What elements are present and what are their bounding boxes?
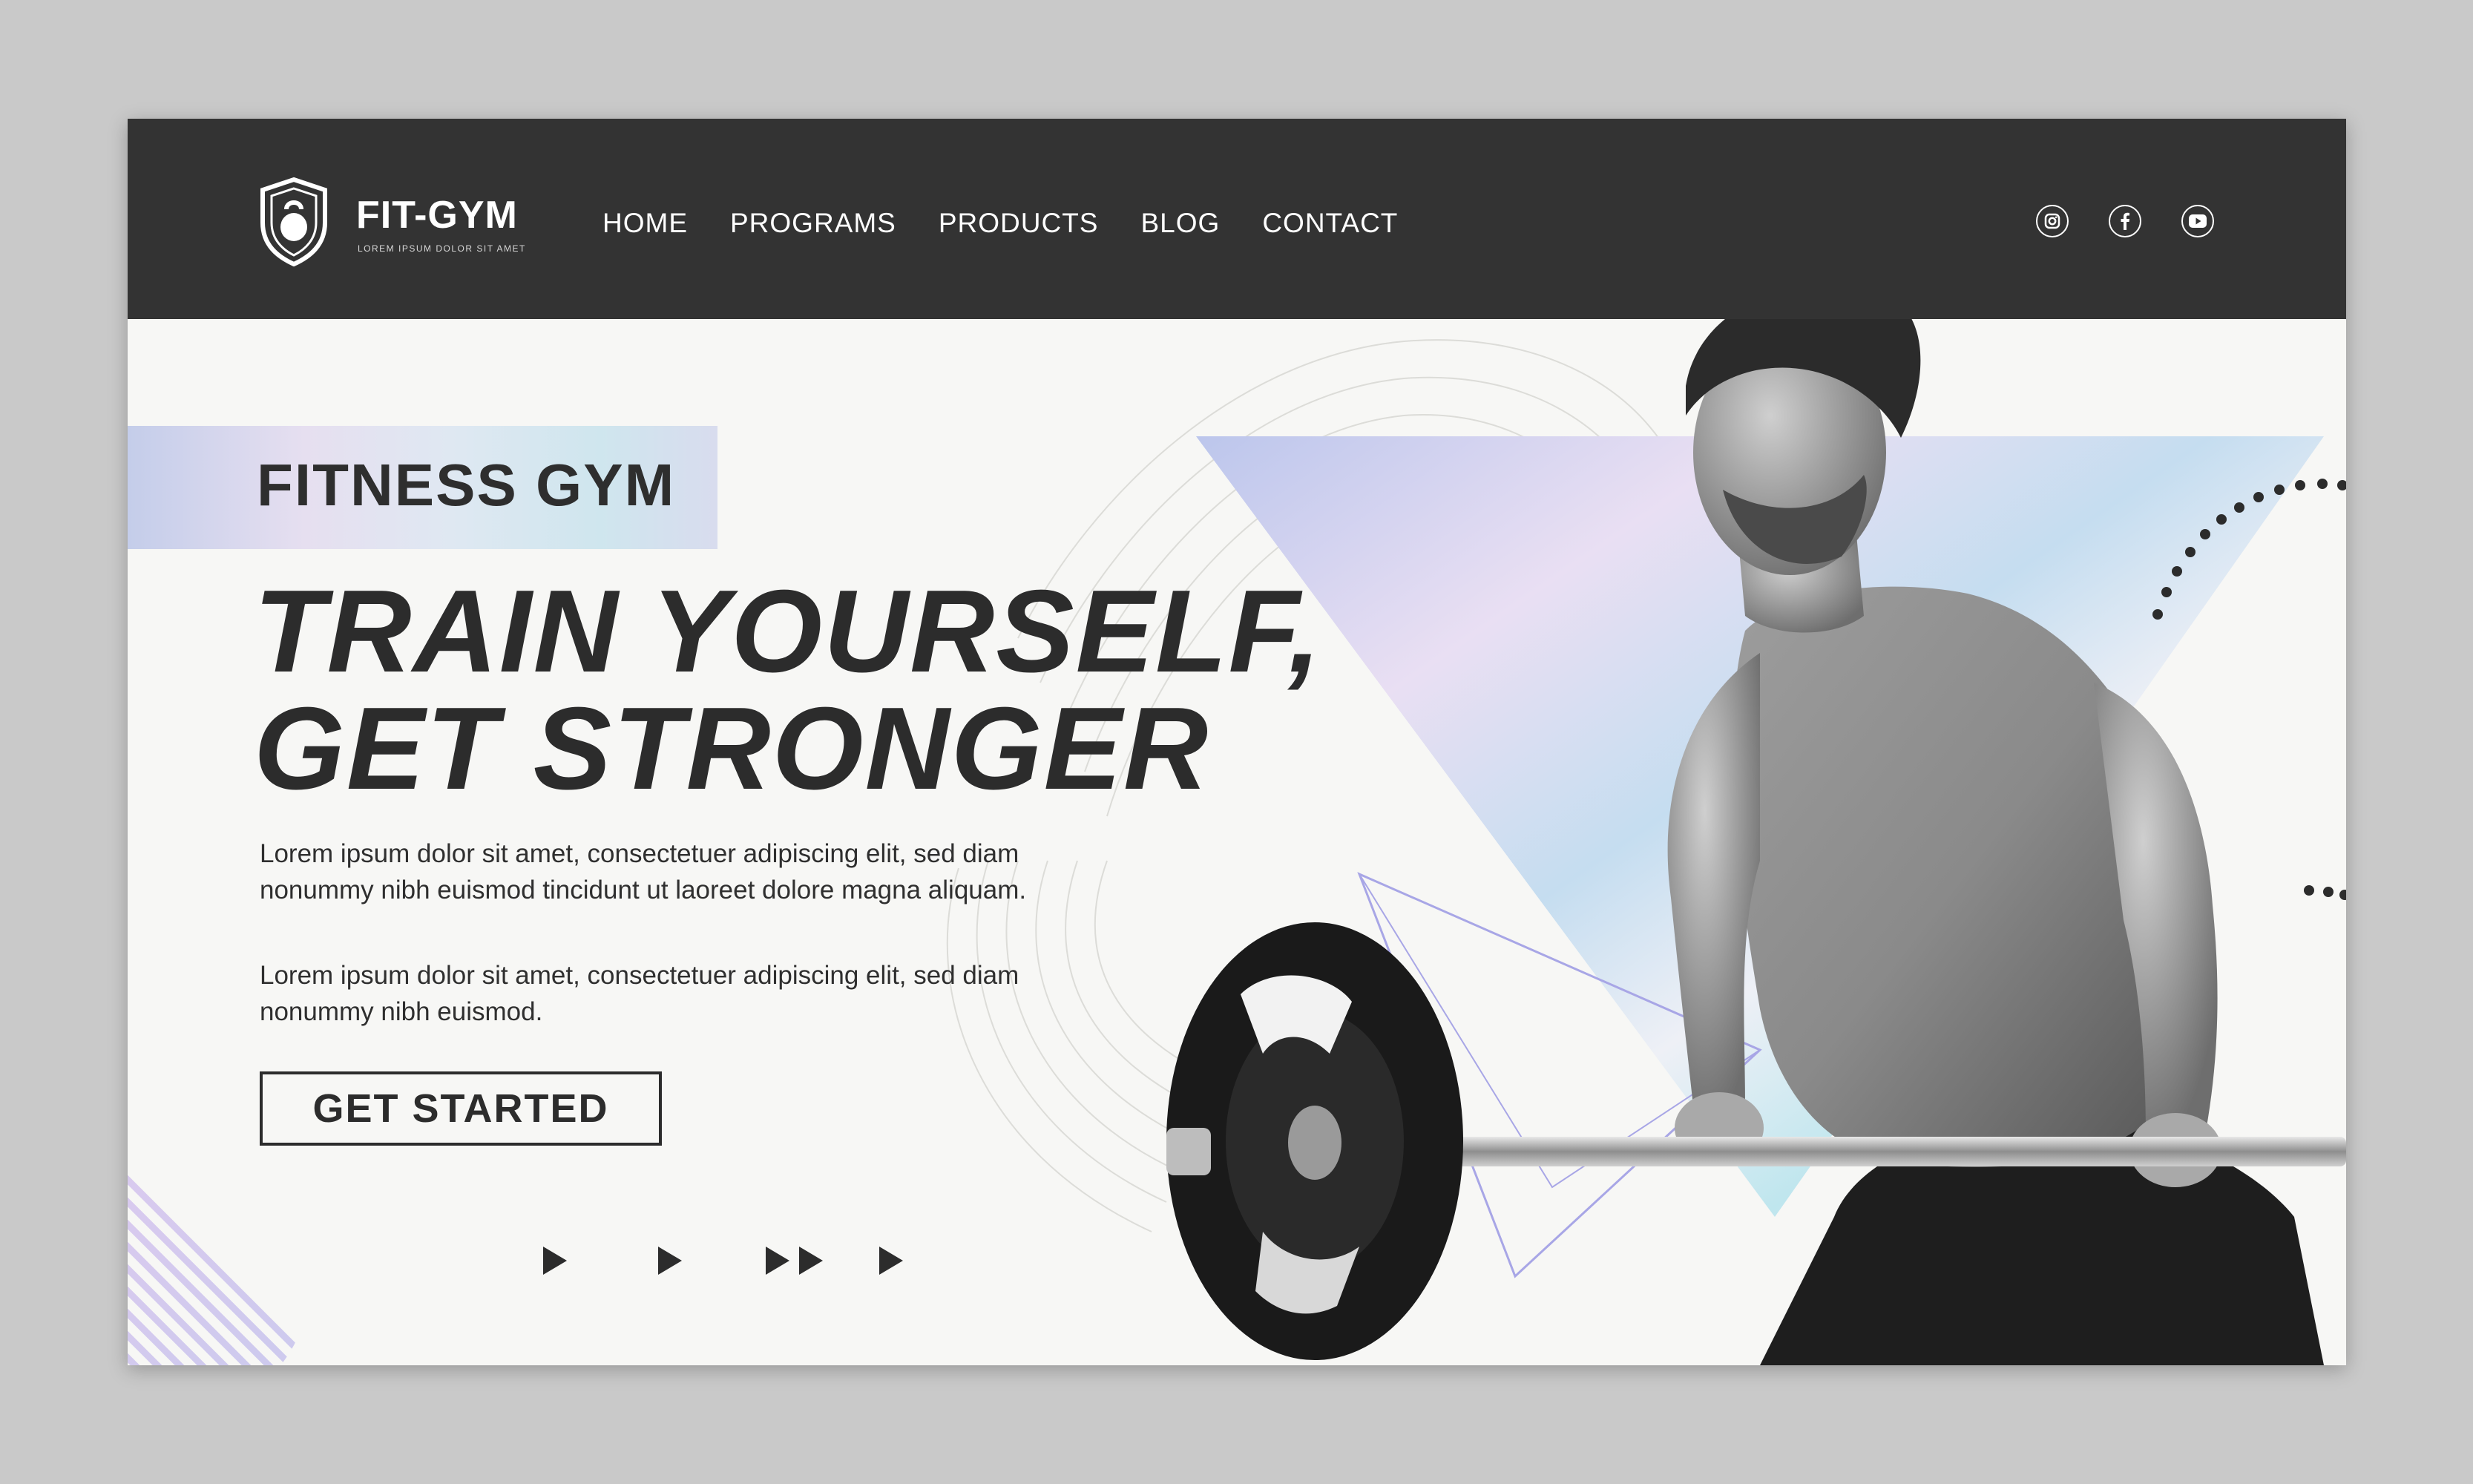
play-arrow-icon — [543, 1247, 567, 1275]
headline-line-1: TRAIN YOURSELF, — [254, 566, 1323, 697]
hero-headline: TRAIN YOURSELF, GET STRONGER — [254, 573, 1322, 807]
nav-item-programs[interactable]: PROGRAMS — [730, 208, 896, 252]
nav-item-blog[interactable]: BLOG — [1140, 208, 1220, 252]
athlete-photo — [1166, 285, 2346, 1365]
landing-page: FIT-GYM LOREM IPSUM DOLOR SIT AMET HOME … — [128, 119, 2346, 1365]
arrow-decor — [543, 1247, 1137, 1291]
nav-item-contact[interactable]: CONTACT — [1262, 208, 1398, 252]
shield-kettlebell-icon — [260, 177, 327, 267]
get-started-button[interactable]: GET STARTED — [260, 1071, 662, 1146]
brand-tagline: LOREM IPSUM DOLOR SIT AMET — [358, 243, 526, 254]
nav-item-home[interactable]: HOME — [602, 208, 688, 252]
headline-line-2: GET STRONGER — [254, 683, 1210, 814]
facebook-icon[interactable] — [2109, 205, 2141, 237]
nav-item-products[interactable]: PRODUCTS — [939, 208, 1099, 252]
play-arrow-icon — [766, 1247, 789, 1275]
play-arrow-icon — [658, 1247, 682, 1275]
top-navigation-bar: FIT-GYM LOREM IPSUM DOLOR SIT AMET HOME … — [128, 119, 2346, 319]
play-arrow-icon — [799, 1247, 823, 1275]
play-arrow-icon — [879, 1247, 903, 1275]
youtube-icon[interactable] — [2181, 205, 2214, 237]
instagram-icon[interactable] — [2036, 205, 2069, 237]
hero-paragraph-1: Lorem ipsum dolor sit amet, consectetuer… — [260, 839, 1027, 904]
hero-tag: FITNESS GYM — [257, 452, 676, 518]
social-links — [2036, 205, 2254, 237]
hero-paragraph-2: Lorem ipsum dolor sit amet, consectetuer… — [260, 961, 1019, 1026]
brand-name: FIT-GYM — [356, 194, 518, 237]
main-menu: HOME PROGRAMS PRODUCTS BLOG CONTACT — [602, 208, 1440, 252]
logo[interactable]: FIT-GYM LOREM IPSUM DOLOR SIT AMET — [257, 177, 568, 273]
